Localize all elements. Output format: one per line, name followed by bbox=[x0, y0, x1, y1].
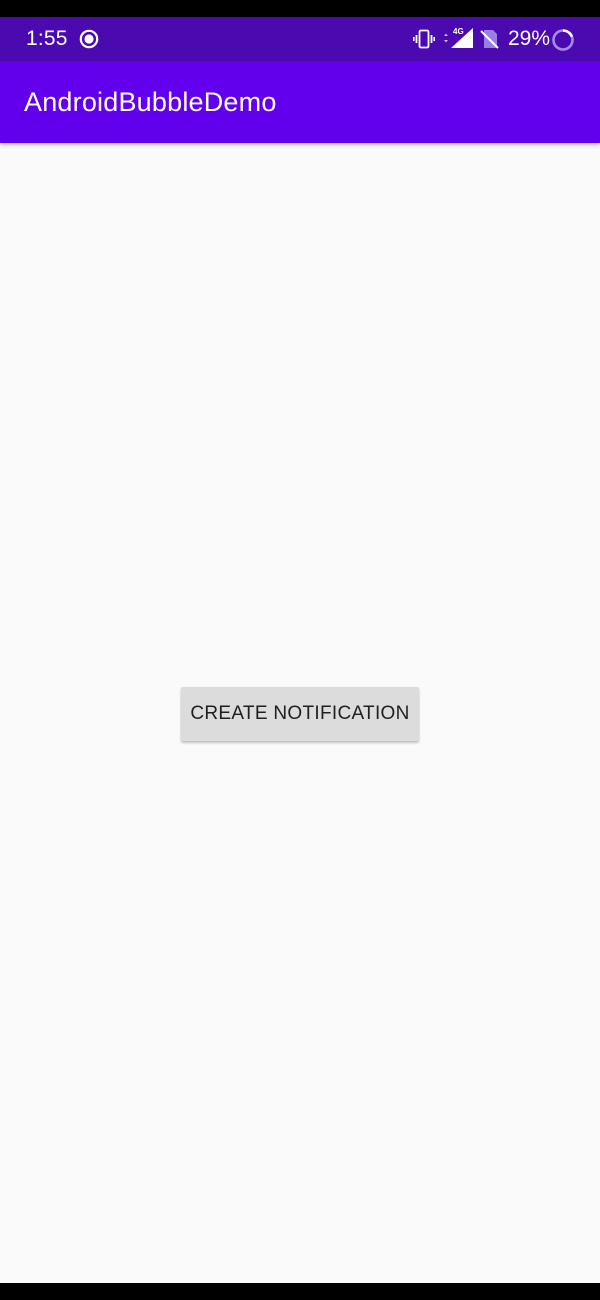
battery-ring-icon bbox=[552, 29, 574, 51]
battery-percent: 29% bbox=[508, 27, 551, 50]
bottom-bezel bbox=[0, 1283, 600, 1300]
cell-signal-icon: 4G bbox=[444, 27, 473, 48]
vibrate-icon bbox=[413, 29, 435, 49]
status-bar: 1:55 4G 29% bbox=[0, 17, 600, 61]
app-bar: AndroidBubbleDemo bbox=[0, 61, 600, 143]
status-time: 1:55 bbox=[26, 27, 68, 50]
top-bezel bbox=[0, 0, 600, 17]
app-title: AndroidBubbleDemo bbox=[24, 87, 277, 117]
no-sim-icon bbox=[480, 30, 499, 49]
record-icon bbox=[79, 29, 99, 49]
main-content: CREATE NOTIFICATION bbox=[0, 143, 600, 1283]
create-notification-button[interactable]: CREATE NOTIFICATION bbox=[181, 687, 419, 741]
network-type-label: 4G bbox=[453, 27, 464, 36]
